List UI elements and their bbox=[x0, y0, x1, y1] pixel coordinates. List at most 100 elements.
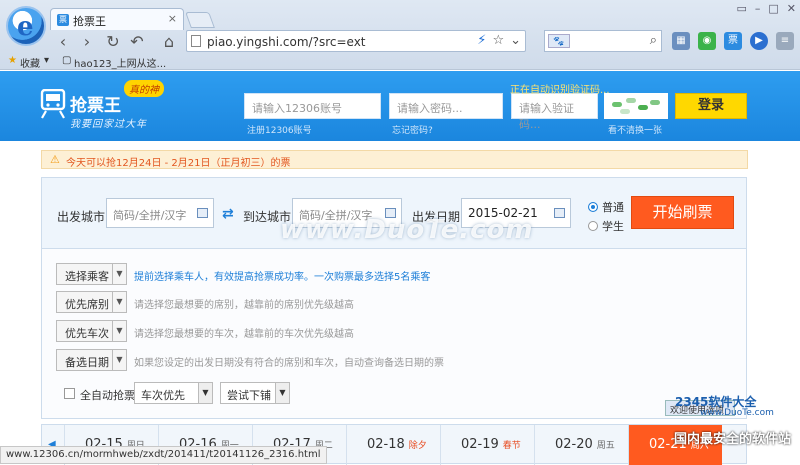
chevron-down-icon: ▼ bbox=[112, 264, 126, 284]
notice-bar: ⚠ 今天可以抢12月24日 - 2月21日（正月初三）的票 bbox=[41, 150, 748, 169]
minimize-icon[interactable]: – bbox=[755, 2, 761, 15]
passenger-hint: 提前选择乘车人，有效提高抢票成功率。一次购票最多选择5名乘客 bbox=[134, 272, 431, 283]
backup-date-button[interactable]: 备选日期 ▼ bbox=[56, 349, 127, 371]
address-url[interactable]: piao.yingshi.com/?src=ext bbox=[207, 35, 366, 49]
star-icon[interactable]: ☆ bbox=[492, 33, 504, 48]
select-passenger-button[interactable]: 选择乘客 ▼ bbox=[56, 263, 127, 285]
notice-text: 今天可以抢12月24日 - 2月21日（正月初三）的票 bbox=[66, 158, 291, 169]
ticket-icon[interactable]: 票 bbox=[724, 32, 742, 50]
bookmark-page-icon: ▢ bbox=[62, 55, 72, 66]
start-button[interactable]: 开始刷票 bbox=[631, 196, 734, 229]
brand-badge: 真的神 bbox=[124, 80, 164, 97]
search-engine-icon[interactable]: 🐾 bbox=[548, 34, 570, 48]
tab-favicon-icon: 票 bbox=[57, 14, 69, 26]
dropdown-icon[interactable]: ⌄ bbox=[510, 33, 521, 48]
from-city-input[interactable]: 简码/全拼/汉字 bbox=[106, 198, 214, 228]
back-icon[interactable]: ‹ bbox=[54, 33, 72, 51]
captcha-image[interactable] bbox=[604, 93, 668, 119]
browser-logo-icon[interactable]: e bbox=[6, 6, 46, 46]
seat-label: 优先席别 bbox=[65, 298, 109, 311]
address-icons: ⚡ ☆ ⌄ bbox=[477, 33, 521, 48]
train-label: 优先车次 bbox=[65, 327, 109, 340]
date-cell-weekday: 春节 bbox=[502, 441, 521, 451]
brand-name: 抢票王 bbox=[70, 96, 121, 116]
backup-label: 备选日期 bbox=[65, 356, 109, 369]
backup-hint: 如果您设定的出发日期没有符合的席别和车次，自动查询备选日期的票 bbox=[134, 358, 444, 369]
browser-chrome: e 票 抢票王 × ▭ – □ ✕ ‹ › ↻ ↶ ⌂ piao.yingshi… bbox=[0, 0, 800, 70]
date-cell-weekday: 周五 bbox=[596, 441, 615, 451]
passenger-label: 选择乘客 bbox=[65, 270, 109, 283]
login-button[interactable]: 登录 bbox=[675, 93, 747, 119]
seat-hint: 请选择您最想要的席别，越靠前的席别优先级越高 bbox=[134, 300, 354, 311]
password-input[interactable]: 请输入密码... bbox=[389, 93, 503, 119]
radio-normal[interactable]: 普通 bbox=[588, 199, 624, 215]
chevron-down-icon: ▼ bbox=[275, 383, 289, 403]
swap-cities-icon[interactable]: ⇄ bbox=[222, 206, 234, 222]
username-input[interactable]: 请输入12306账号 bbox=[244, 93, 381, 119]
date-cell[interactable]: 02-19 春节 bbox=[440, 425, 534, 465]
date-cell[interactable]: 02-20 周五 bbox=[534, 425, 628, 465]
refresh-icon[interactable]: ↻ bbox=[104, 33, 122, 51]
date-cell-date: 02-20 bbox=[555, 437, 593, 452]
refresh-captcha-link[interactable]: 看不清换一张 bbox=[608, 123, 662, 136]
favorites-star-icon: ★ bbox=[8, 55, 17, 66]
play-icon[interactable]: ▶ bbox=[750, 32, 768, 50]
watermark-slogan: 国内最安全的软件站 bbox=[674, 432, 792, 447]
forgot-password-link[interactable]: 忘记密码? bbox=[392, 123, 433, 136]
options-panel: 选择乘客 ▼ 提前选择乘车人，有效提高抢票成功率。一次购票最多选择5名乘客 优先席… bbox=[41, 249, 747, 419]
berth-select[interactable]: 尝试下铺 ▼ bbox=[220, 382, 290, 404]
close-window-icon[interactable]: ✕ bbox=[787, 2, 796, 15]
warning-icon: ⚠ bbox=[50, 153, 60, 166]
brand-slogan: 我要回家过大年 bbox=[70, 119, 147, 130]
toolbar-icons: ▦ ◉ 票 ▶ ≡ bbox=[672, 32, 794, 50]
menu-icon[interactable]: ≡ bbox=[776, 32, 794, 50]
bookmark-hao123[interactable]: hao123_上网从这... bbox=[74, 55, 166, 70]
home-icon[interactable]: ⌂ bbox=[160, 33, 178, 51]
train-priority-button[interactable]: 优先车次 ▼ bbox=[56, 320, 127, 342]
watermark-url: www.DuoTe.com bbox=[700, 408, 774, 418]
forward-icon[interactable]: › bbox=[78, 33, 96, 51]
tab-close-icon[interactable]: × bbox=[168, 12, 177, 25]
captcha-input[interactable]: 请输入验证码... bbox=[511, 93, 598, 131]
sort-select[interactable]: 车次优先 ▼ bbox=[134, 382, 213, 404]
auto-grab-checkbox[interactable] bbox=[64, 388, 75, 399]
bookmarks-bar: ★ 收藏 ▾ ▢ hao123_上网从这... bbox=[0, 53, 800, 70]
search-box[interactable]: 🐾 ⌕ bbox=[544, 30, 662, 52]
train-logo-icon bbox=[40, 89, 66, 119]
radio-student-label: 学生 bbox=[602, 220, 624, 233]
seat-priority-button[interactable]: 优先席别 ▼ bbox=[56, 291, 127, 313]
page-icon bbox=[191, 35, 201, 47]
new-tab-button[interactable] bbox=[185, 12, 215, 28]
date-cell-date: 02-18 bbox=[367, 437, 405, 452]
chevron-down-icon: ▼ bbox=[198, 383, 212, 403]
auto-grab-label: 全自动抢票 bbox=[80, 389, 135, 402]
radio-normal-label: 普通 bbox=[602, 201, 624, 214]
tab-title: 抢票王 bbox=[73, 15, 106, 28]
apps-icon[interactable]: ▦ bbox=[672, 32, 690, 50]
register-link[interactable]: 注册12306账号 bbox=[247, 123, 312, 136]
browser-tab[interactable]: 票 抢票王 × bbox=[50, 8, 184, 30]
maximize-icon[interactable]: □ bbox=[768, 2, 778, 15]
train-hint: 请选择您最想要的车次，越靠前的车次优先级越高 bbox=[134, 329, 354, 340]
bookmark-favorites[interactable]: 收藏 bbox=[20, 55, 40, 70]
address-bar[interactable]: piao.yingshi.com/?src=ext ⚡ ☆ ⌄ bbox=[186, 30, 526, 52]
radio-student[interactable]: 学生 bbox=[588, 218, 624, 234]
chevron-down-icon[interactable]: ▾ bbox=[44, 55, 49, 66]
captcha-status: 正在自动识别验证码... bbox=[510, 85, 610, 96]
search-icon[interactable]: ⌕ bbox=[650, 33, 657, 48]
sort-select-value: 车次优先 bbox=[141, 389, 185, 402]
lightning-icon[interactable]: ⚡ bbox=[477, 33, 486, 48]
chevron-down-icon: ▼ bbox=[112, 292, 126, 312]
date-cell[interactable]: 02-18 除夕 bbox=[346, 425, 440, 465]
from-label: 出发城市 bbox=[57, 210, 106, 224]
calendar-icon[interactable] bbox=[554, 208, 565, 218]
status-bar: www.12306.cn/mormhweb/zxdt/201411/t20141… bbox=[0, 446, 327, 464]
undo-icon[interactable]: ↶ bbox=[128, 33, 146, 51]
watermark-center: www.DuoTe.com bbox=[280, 215, 534, 245]
date-cell-date: 02-19 bbox=[461, 437, 499, 452]
chevron-down-icon: ▼ bbox=[112, 321, 126, 341]
wechat-icon[interactable]: ◉ bbox=[698, 32, 716, 50]
window-menu-icon[interactable]: ▭ bbox=[736, 2, 746, 15]
city-picker-icon[interactable] bbox=[197, 208, 208, 218]
from-placeholder: 简码/全拼/汉字 bbox=[113, 209, 187, 222]
